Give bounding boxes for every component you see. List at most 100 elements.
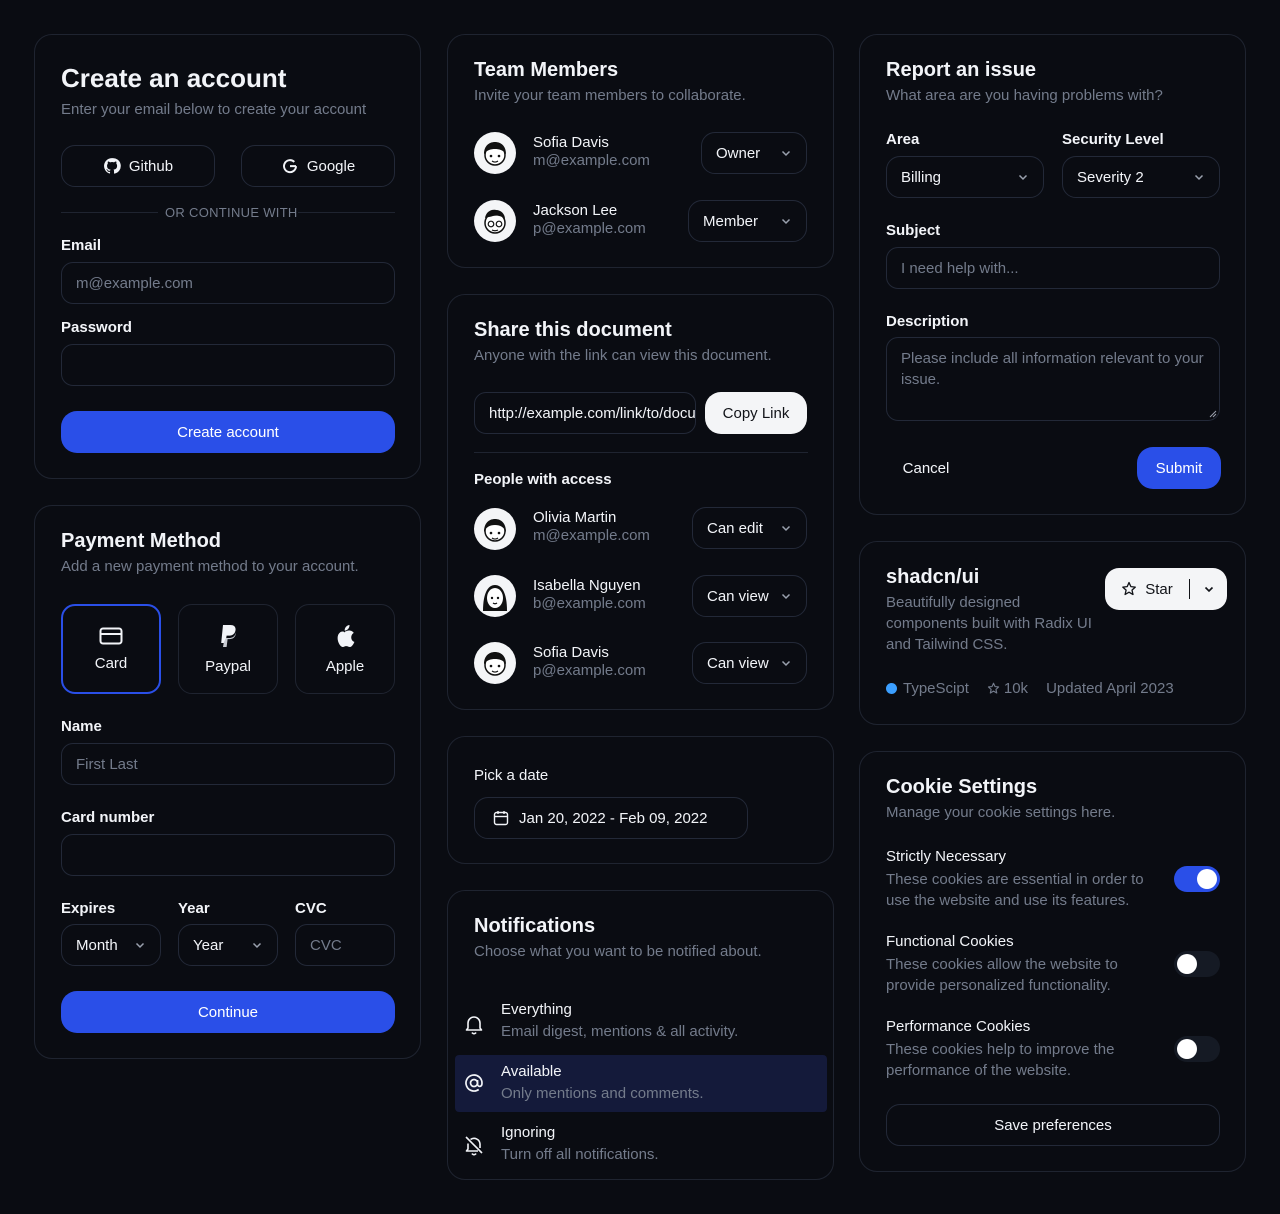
permission-select[interactable]: Can edit [692, 507, 807, 549]
chevron-down-icon [1204, 586, 1214, 593]
share-document-card: Share this document Anyone with the link… [447, 294, 834, 710]
cookie-item-title: Strictly Necessary [886, 848, 1007, 865]
security-level-select[interactable]: Severity 2 [1062, 156, 1220, 198]
toggle-knob [1197, 869, 1217, 889]
payment-title: Payment Method [61, 530, 222, 552]
functional-cookies-toggle[interactable] [1174, 951, 1220, 977]
star-dropdown-button[interactable] [1191, 568, 1227, 610]
github-button-label: Github [128, 157, 174, 175]
area-select[interactable]: Billing [886, 156, 1044, 198]
member-role-value: Owner [716, 144, 761, 162]
report-subtitle: What area are you having problems with? [886, 87, 1163, 104]
google-button-label: Google [306, 157, 356, 175]
language-dot-icon [886, 683, 897, 694]
star-button[interactable]: Star [1105, 568, 1189, 610]
notification-title: Available [501, 1063, 562, 1080]
chevron-down-icon [781, 525, 791, 532]
performance-cookies-toggle[interactable] [1174, 1036, 1220, 1062]
notification-title: Ignoring [501, 1124, 556, 1141]
person-name: Olivia Martin [533, 509, 617, 526]
date-picker-card: Pick a date Jan 20, 2022 - Feb 09, 2022 [447, 736, 834, 864]
person-email: m@example.com [533, 527, 650, 544]
notification-option-available[interactable]: Available Only mentions and comments. [455, 1055, 827, 1112]
cookie-item-desc: These cookies help to improve the perfor… [886, 1041, 1115, 1079]
member-email: m@example.com [533, 152, 650, 169]
people-with-access-label: People with access [474, 471, 612, 488]
person-name: Isabella Nguyen [533, 577, 641, 594]
chevron-down-icon [1018, 174, 1028, 181]
cookie-item-title: Performance Cookies [886, 1018, 1031, 1035]
github-button[interactable]: Github [61, 145, 215, 187]
pick-date-label: Pick a date [474, 767, 549, 784]
chevron-down-icon [135, 942, 145, 949]
member-role-select[interactable]: Member [688, 200, 807, 242]
credit-card-icon [99, 627, 123, 644]
person-email: b@example.com [533, 595, 646, 612]
payment-option-paypal[interactable]: Paypal [178, 604, 278, 694]
notification-desc: Turn off all notifications. [501, 1146, 659, 1163]
google-button[interactable]: Google [241, 145, 395, 187]
email-field[interactable]: m@example.com [61, 262, 395, 304]
permission-value: Can view [707, 587, 769, 605]
month-select[interactable]: Month [61, 924, 161, 966]
cvc-field[interactable]: CVC [295, 924, 395, 966]
repo-stars: 10k [1003, 680, 1029, 697]
divider-left [61, 212, 158, 213]
repo-name: shadcn/ui [886, 566, 980, 588]
divider-right [298, 212, 395, 213]
resize-handle-icon[interactable] [1209, 410, 1217, 418]
team-members-card: Team Members Invite your team members to… [447, 34, 834, 268]
notification-title: Everything [501, 1001, 572, 1018]
name-placeholder: First Last [76, 755, 138, 773]
subject-field[interactable]: I need help with... [886, 247, 1220, 289]
notifications-subtitle: Choose what you want to be notified abou… [474, 943, 762, 960]
notification-option-everything[interactable]: Everything Email digest, mentions & all … [455, 993, 827, 1051]
permission-select[interactable]: Can view [692, 575, 807, 617]
save-preferences-button[interactable]: Save preferences [886, 1104, 1220, 1146]
share-title: Share this document [474, 319, 672, 341]
copy-link-button[interactable]: Copy Link [705, 392, 807, 434]
permission-select[interactable]: Can view [692, 642, 807, 684]
password-field[interactable] [61, 344, 395, 386]
notification-option-ignoring[interactable]: Ignoring Turn off all notifications. [455, 1116, 827, 1174]
chevron-down-icon [781, 660, 791, 667]
cookie-item-desc: These cookies are essential in order to … [886, 871, 1144, 909]
create-account-title: Create an account [61, 63, 287, 93]
security-level-value: Severity 2 [1077, 168, 1144, 186]
description-textarea[interactable]: Please include all information relevant … [886, 337, 1220, 421]
payment-option-apple[interactable]: Apple [295, 604, 395, 694]
cookie-title: Cookie Settings [886, 776, 1038, 798]
email-label: Email [61, 237, 102, 254]
avatar [474, 508, 516, 550]
date-range-button[interactable]: Jan 20, 2022 - Feb 09, 2022 [474, 797, 748, 839]
strictly-necessary-toggle[interactable] [1174, 866, 1220, 892]
save-preferences-label: Save preferences [994, 1116, 1112, 1134]
continue-button[interactable]: Continue [61, 991, 395, 1033]
copy-link-label: Copy Link [722, 404, 790, 422]
member-role-select[interactable]: Owner [701, 132, 807, 174]
repo-language: TypeScipt [903, 680, 969, 697]
apple-icon [337, 624, 355, 647]
cookie-subtitle: Manage your cookie settings here. [886, 804, 1116, 821]
repo-description: Beautifully designed components built wi… [886, 594, 1092, 653]
person-name: Sofia Davis [533, 644, 609, 661]
card-number-field[interactable] [61, 834, 395, 876]
share-subtitle: Anyone with the link can view this docum… [474, 347, 772, 364]
payment-option-card[interactable]: Card [61, 604, 161, 694]
name-field[interactable]: First Last [61, 743, 395, 785]
card-number-label: Card number [61, 809, 155, 826]
area-label: Area [886, 131, 920, 148]
star-button-group: Star [1105, 568, 1227, 610]
subject-label: Subject [886, 222, 941, 239]
google-icon [282, 159, 297, 174]
year-select[interactable]: Year [178, 924, 278, 966]
cancel-button[interactable]: Cancel [886, 447, 966, 489]
star-icon [1122, 581, 1137, 596]
repository-card: shadcn/ui Beautifully designed component… [859, 541, 1246, 725]
member-name: Jackson Lee [533, 202, 618, 219]
share-link-field[interactable]: http://example.com/link/to/document [474, 392, 696, 434]
toggle-knob [1177, 1039, 1197, 1059]
submit-button[interactable]: Submit [1137, 447, 1221, 489]
create-account-button[interactable]: Create account [61, 411, 395, 453]
avatar [474, 642, 516, 684]
